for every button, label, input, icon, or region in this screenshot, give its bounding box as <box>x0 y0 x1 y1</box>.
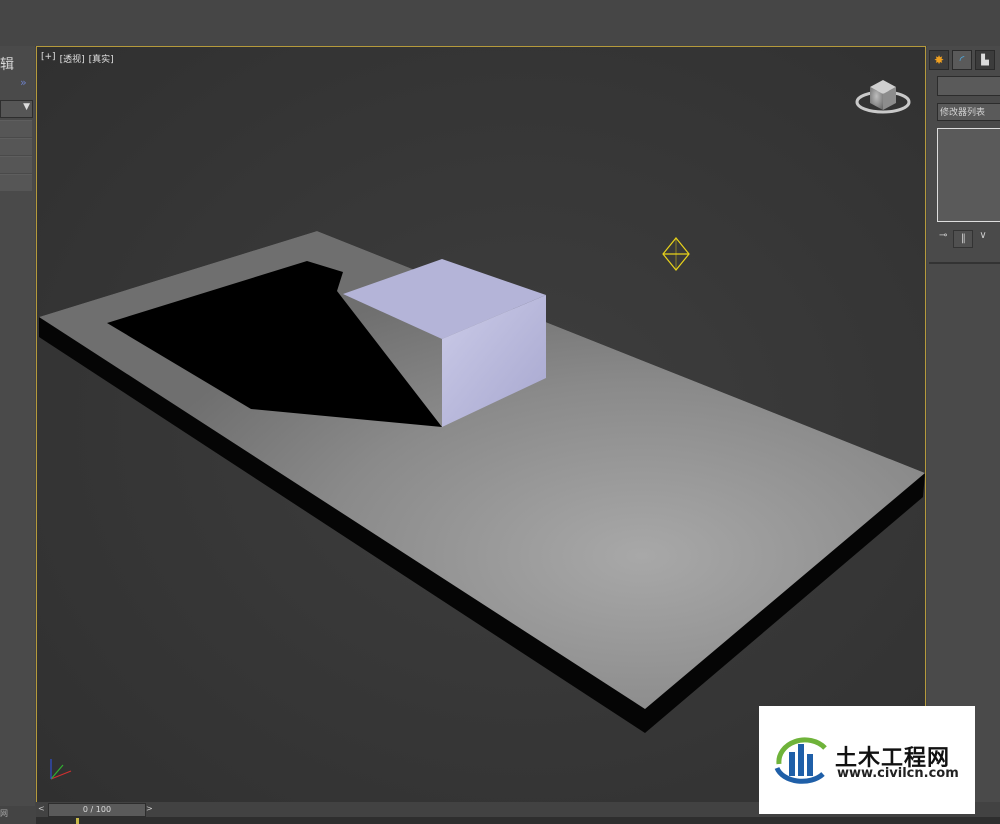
left-panel: 辑 » ▼ <box>0 46 35 806</box>
modifier-list-dropdown[interactable]: 修改器列表 <box>937 103 1000 121</box>
make-unique-icon[interactable]: ∨ <box>979 230 986 248</box>
expand-chevron-icon[interactable]: » <box>20 76 27 89</box>
left-panel-title: 辑 <box>0 57 14 73</box>
bottom-left-label: 网 <box>0 809 8 818</box>
watermark-logo: 土木工程网 www.civilcn.com <box>759 706 975 814</box>
chevron-down-icon: ▼ <box>23 102 30 112</box>
scene-canvas[interactable] <box>37 47 925 803</box>
top-toolbar <box>0 0 1000 47</box>
viewport-labels: [+] [透视] [真实] <box>41 52 114 65</box>
time-marker <box>76 818 79 824</box>
left-panel-row[interactable] <box>0 156 32 173</box>
hierarchy-icon[interactable]: ▙ <box>975 50 995 70</box>
modifier-stack[interactable] <box>937 128 1000 222</box>
stack-buttons: ⊸ ‖ ∨ <box>939 230 987 248</box>
civilcn-logo-icon <box>774 737 827 784</box>
viewport-pov-menu[interactable]: [透视] <box>60 52 85 65</box>
left-panel-row[interactable] <box>0 138 32 155</box>
pin-stack-icon[interactable]: ⊸ <box>939 230 947 248</box>
left-panel-row[interactable] <box>0 174 32 191</box>
watermark-url: www.civilcn.com <box>837 766 959 781</box>
modify-icon[interactable]: ◜ <box>952 50 972 70</box>
time-slider[interactable]: 0 / 100 <box>48 803 146 817</box>
create-icon[interactable]: ✸ <box>929 50 949 70</box>
panel-divider <box>929 262 1000 264</box>
time-next-button[interactable]: > <box>146 804 153 813</box>
viewport-plus-menu[interactable]: [+] <box>41 52 56 65</box>
track-bar[interactable] <box>36 817 1000 824</box>
show-end-result-icon[interactable]: ‖ <box>953 230 974 248</box>
command-panel-tabs: ✸ ◜ ▙ <box>929 50 995 70</box>
viewport-shading-menu[interactable]: [真实] <box>89 52 114 65</box>
left-panel-dropdown[interactable]: ▼ <box>0 100 33 118</box>
perspective-viewport[interactable]: [+] [透视] [真实] <box>36 46 926 804</box>
time-prev-button[interactable]: < <box>38 804 48 814</box>
object-name-field[interactable] <box>937 76 1000 96</box>
left-panel-row[interactable] <box>0 120 32 137</box>
command-panel: ✸ ◜ ▙ 修改器列表 ⊸ ‖ ∨ <box>927 46 1000 806</box>
